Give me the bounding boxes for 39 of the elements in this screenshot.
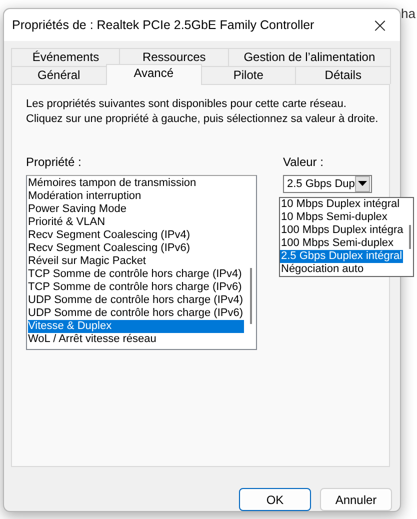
list-item[interactable]: Mémoires tampon de transmission: [28, 176, 244, 190]
list-item[interactable]: Recv Segment Coalescing (IPv4): [28, 228, 244, 242]
list-item[interactable]: UDP Somme de contrôle hors charge (IPv6): [28, 306, 244, 320]
scrollbar-thumb[interactable]: [250, 268, 252, 324]
property-listbox[interactable]: [26, 174, 257, 350]
list-item[interactable]: Power Saving Mode: [28, 202, 244, 216]
value-label: Valeur :: [283, 154, 324, 169]
tab[interactable]: Gestion de l’alimentation: [228, 48, 391, 66]
ok-button[interactable]: OK: [239, 488, 311, 511]
dropdown-value: 2.5 Gbps Dup: [287, 178, 355, 190]
dropdown-option[interactable]: 100 Mbps Semi-duplex: [280, 236, 404, 250]
list-item[interactable]: Réveil sur Magic Packet: [28, 254, 244, 268]
caret-icon: [358, 181, 367, 186]
dropdown-option[interactable]: 10 Mbps Duplex intégral: [280, 198, 404, 211]
list-item[interactable]: WoL / Arrêt vitesse réseau: [28, 332, 244, 346]
list-item[interactable]: Vitesse & Duplex: [28, 320, 244, 333]
dropdown-option[interactable]: 2.5 Gbps Duplex intégral: [280, 250, 404, 263]
dropdown-arrow-button[interactable]: [354, 176, 370, 192]
tab[interactable]: Général: [11, 66, 107, 84]
cancel-button[interactable]: Annuler: [320, 488, 392, 511]
list-item[interactable]: UDP Somme de contrôle hors charge (IPv4): [28, 294, 244, 307]
property-label: Propriété :: [26, 154, 82, 169]
tab[interactable]: Avancé: [106, 64, 202, 85]
value-dropdown[interactable]: 2.5 Gbps Dup: [283, 174, 372, 193]
close-button[interactable]: ×: [360, 10, 400, 40]
list-item[interactable]: TCP Somme de contrôle hors charge (IPv6): [28, 280, 244, 294]
tab[interactable]: Détails: [295, 66, 391, 84]
background-text: ha: [401, 6, 416, 21]
dropdown-option[interactable]: 100 Mbps Duplex intégra: [280, 224, 404, 237]
description-text: Les propriétés suivantes sont disponibles pour cette carte réseau. Cliquez sur une propriété à gauche, puis sélectionnez sa valeur à droite.: [26, 96, 380, 127]
window-title: Propriétés de : Realtek PCIe 2.5GbE Family Controller: [12, 18, 314, 32]
dropdown-option[interactable]: 10 Mbps Semi-duplex: [280, 210, 404, 224]
list-item[interactable]: Recv Segment Coalescing (IPv6): [28, 242, 244, 255]
list-item[interactable]: TCP Somme de contrôle hors charge (IPv4): [28, 268, 244, 281]
scrollbar-thumb[interactable]: [409, 224, 412, 249]
tab[interactable]: Événements: [11, 48, 120, 66]
list-item[interactable]: Modération interruption: [28, 190, 244, 203]
list-item[interactable]: Priorité & VLAN: [28, 216, 244, 229]
dropdown-option[interactable]: Négociation auto: [280, 262, 404, 276]
